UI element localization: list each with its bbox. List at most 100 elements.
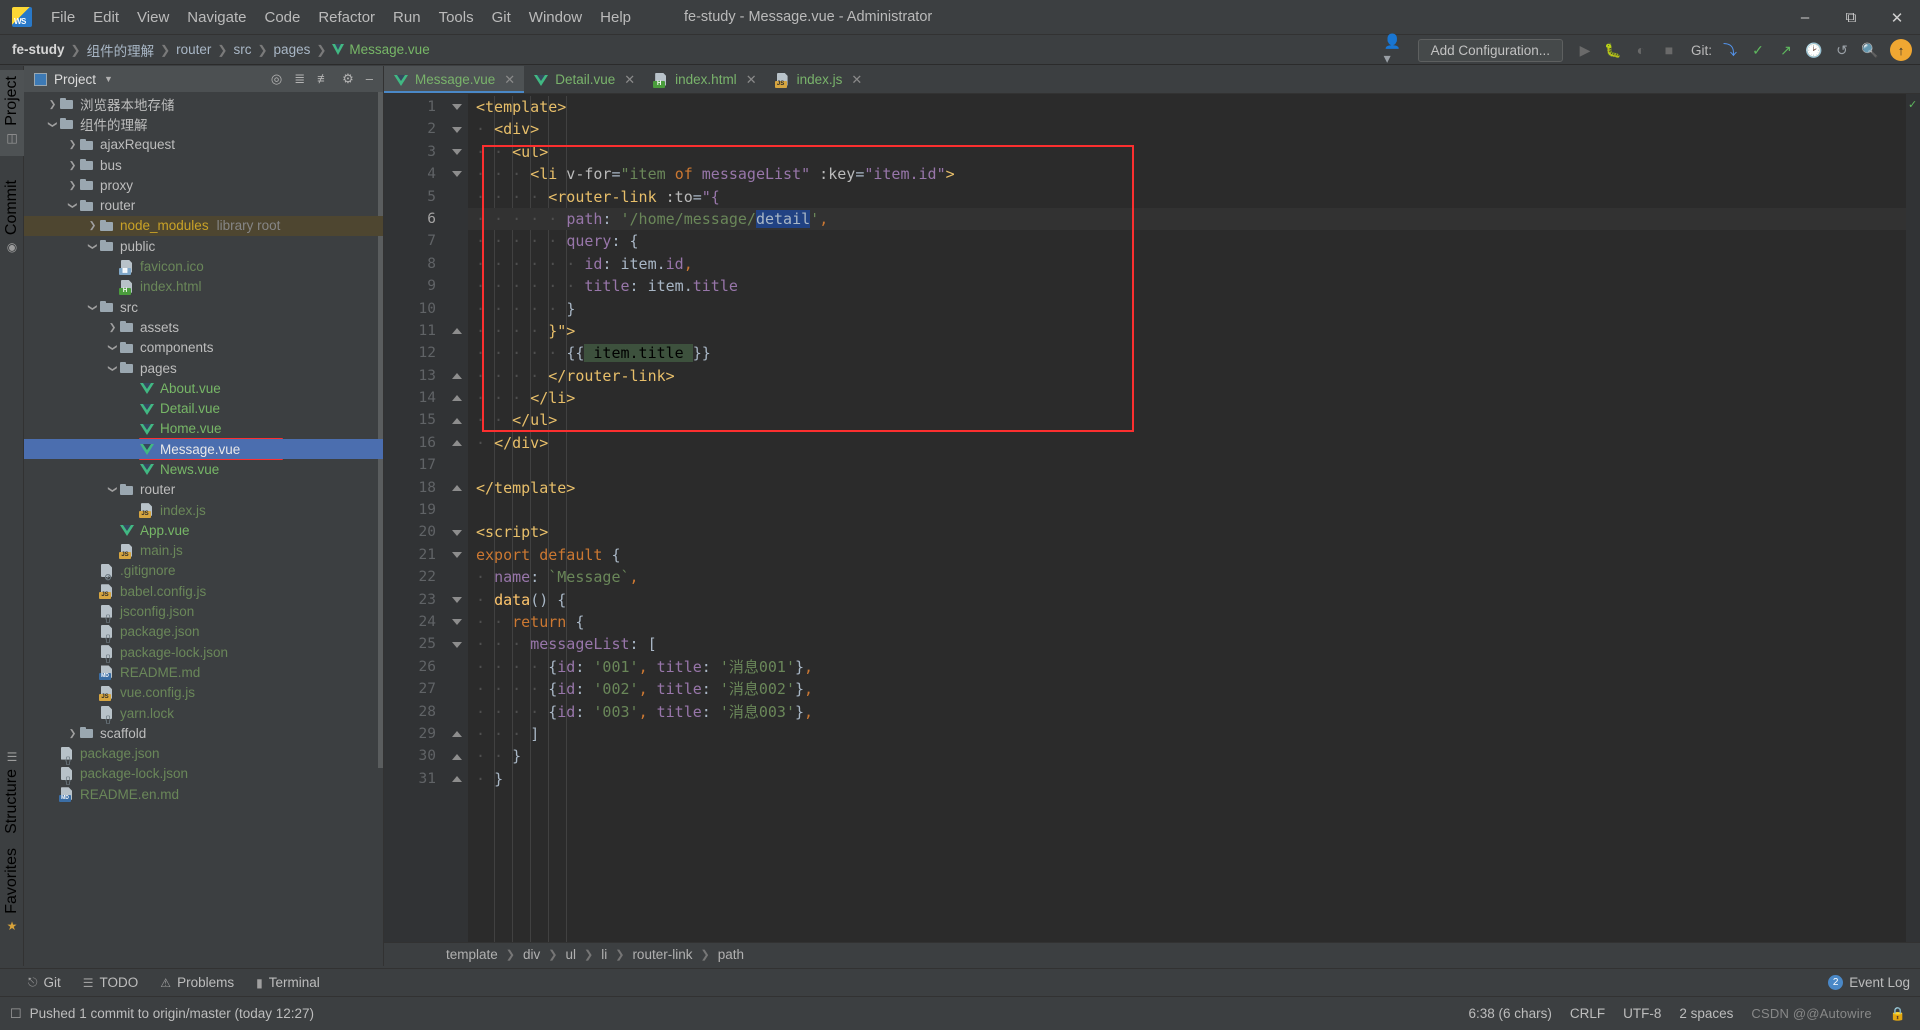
project-tree[interactable]: ❯ 浏览器本地存储 ❯ 组件的理解 ❯ ajaxRequest ❯ bus ❯ proxy ❯ rou… [24, 92, 383, 966]
fold-expand-icon[interactable] [452, 775, 462, 782]
code-line[interactable]: · · · · · · title: item.title [468, 275, 1906, 297]
fold-marker[interactable] [446, 409, 468, 431]
tool-button-terminal[interactable]: ▮ Terminal [256, 975, 320, 990]
fold-expand-icon[interactable] [452, 417, 462, 424]
tree-item-pages[interactable]: ❯ pages [24, 358, 383, 378]
fold-marker[interactable] [446, 96, 468, 118]
fold-marker[interactable] [446, 320, 468, 342]
breadcrumb-item-2[interactable]: router [176, 42, 211, 57]
code-line[interactable] [468, 499, 1906, 521]
tree-item-package-lock.json[interactable]: {} package-lock.json [24, 642, 383, 663]
fold-collapse-icon[interactable] [452, 104, 462, 111]
fold-collapse-icon[interactable] [452, 619, 462, 626]
history-icon[interactable]: 🕑 [1802, 38, 1826, 62]
fold-collapse-icon[interactable] [452, 126, 462, 133]
tree-item-README.md[interactable]: MD README.md [24, 662, 383, 682]
search-everywhere-icon[interactable]: 🔍 [1858, 38, 1882, 62]
sidebar-item-structure[interactable]: ☰ Structure [0, 745, 24, 834]
tree-item-[interactable]: ❯ 组件的理解 [24, 114, 383, 134]
fold-expand-icon[interactable] [452, 731, 462, 738]
fold-expand-icon[interactable] [452, 395, 462, 402]
code-line[interactable]: · </div> [468, 432, 1906, 454]
fold-marker[interactable] [446, 141, 468, 163]
chevron-right-icon[interactable]: ❯ [86, 220, 99, 231]
code-line[interactable]: · · · · {id: '002', title: '消息002'}, [468, 678, 1906, 700]
code-line[interactable]: · data() { [468, 589, 1906, 611]
menu-navigate[interactable]: Navigate [178, 5, 255, 30]
editor-tab-index-js[interactable]: JS index.js ✕ [766, 66, 872, 93]
chevron-right-icon[interactable]: ❯ [46, 99, 59, 110]
code-line[interactable]: · · · · <router-link :to="{ [468, 186, 1906, 208]
close-icon[interactable]: ✕ [504, 72, 515, 88]
code-line[interactable]: · · · <li v-for="item of messageList" :k… [468, 163, 1906, 185]
fold-collapse-icon[interactable] [452, 552, 462, 558]
tree-item-Message.vue[interactable]: Message.vue [24, 439, 383, 460]
code-text[interactable]: <template> · <div> · · <ul> · · · <li v-for… [468, 94, 1906, 942]
commit-icon[interactable]: ✓ [1746, 38, 1770, 62]
code-line[interactable]: <script> [468, 521, 1906, 543]
breadcrumb-item-4[interactable]: pages [274, 42, 311, 57]
sidebar-item-project[interactable]: Project ◫ [0, 70, 24, 156]
code-line[interactable]: · · · </li> [468, 387, 1906, 409]
breadcrumb-item-1[interactable]: 组件的理解 [87, 40, 155, 60]
chevron-right-icon[interactable]: ❯ [106, 322, 119, 333]
code-folding-gutter[interactable] [446, 94, 468, 942]
fold-marker[interactable] [446, 365, 468, 387]
chevron-right-icon[interactable]: ❯ [66, 160, 79, 171]
breadcrumb-item-5[interactable]: Message.vue [332, 42, 430, 57]
fold-marker[interactable] [446, 432, 468, 454]
editor-breadcrumb-item-li[interactable]: li [599, 947, 609, 962]
tree-item-yarn.lock[interactable]: {} yarn.lock [24, 703, 383, 724]
settings-icon[interactable]: ⚙ [342, 71, 354, 87]
fold-expand-icon[interactable] [452, 372, 462, 379]
fold-expand-icon[interactable] [452, 484, 462, 491]
tree-item-scaffold[interactable]: ❯ scaffold [24, 723, 383, 743]
code-line[interactable]: · name: `Message`, [468, 566, 1906, 588]
editor-tab-index-html[interactable]: Hindex.html ✕ [644, 66, 765, 93]
tree-item-node_modules[interactable]: ❯ node_modules library root [24, 215, 383, 237]
tree-item-[interactable]: ❯ 浏览器本地存储 [24, 94, 383, 114]
fold-expand-icon[interactable] [452, 328, 462, 335]
caret-position[interactable]: 6:38 (6 chars) [1469, 1006, 1552, 1021]
menu-git[interactable]: Git [483, 5, 520, 30]
tree-item-package-lock.json[interactable]: {} package-lock.json [24, 764, 383, 784]
run-icon[interactable]: ▶ [1573, 38, 1597, 62]
add-configuration-button[interactable]: Add Configuration... [1417, 38, 1563, 62]
debug-icon[interactable]: 🐛 [1601, 38, 1625, 62]
event-log-area[interactable]: 2 Event Log [1828, 975, 1920, 990]
code-line[interactable] [468, 454, 1906, 476]
code-line[interactable]: · · return { [468, 611, 1906, 633]
code-line[interactable]: · · · · · · id: item.id, [468, 253, 1906, 275]
tree-item-bus[interactable]: ❯ bus [24, 155, 383, 175]
editor-tab-Message-vue[interactable]: Message.vue ✕ [384, 66, 525, 93]
editor-breadcrumb-item-template[interactable]: template [444, 947, 500, 962]
tree-item-main.js[interactable]: JS main.js [24, 541, 383, 561]
tree-item-router[interactable]: ❯ router [24, 480, 383, 500]
tree-item-components[interactable]: ❯ components [24, 338, 383, 358]
code-line[interactable]: · · · · {id: '003', title: '消息003'}, [468, 701, 1906, 723]
code-line[interactable]: · · · · </router-link> [468, 365, 1906, 387]
tree-item-index.js[interactable]: JS index.js [24, 500, 383, 520]
expand-all-icon[interactable]: ≣ [294, 71, 305, 87]
chevron-down-icon[interactable]: ❯ [47, 118, 58, 131]
chevron-down-icon[interactable]: ❯ [67, 199, 78, 212]
fold-marker[interactable] [446, 118, 468, 140]
fold-marker[interactable] [446, 589, 468, 611]
hide-icon[interactable]: – [366, 71, 373, 87]
tree-item-.gitignore[interactable]: ⊘ .gitignore [24, 561, 383, 581]
tool-button-problems[interactable]: ⚠ Problems [160, 975, 234, 990]
error-stripe-gutter[interactable]: ✓ [1906, 94, 1920, 942]
tree-item-jsconfig.json[interactable]: {} jsconfig.json [24, 601, 383, 622]
editor-breadcrumb-item-router-link[interactable]: router-link [630, 947, 694, 962]
code-line[interactable]: · · · · · } [468, 298, 1906, 320]
close-icon[interactable]: ✕ [851, 72, 862, 88]
menu-refactor[interactable]: Refactor [309, 5, 384, 30]
tree-item-router[interactable]: ❯ router [24, 195, 383, 215]
code-line[interactable]: · · · ] [468, 723, 1906, 745]
coverage-icon[interactable]: ◐ [1629, 38, 1653, 62]
lock-icon[interactable]: 🔒 [1890, 1006, 1906, 1022]
line-separator[interactable]: CRLF [1570, 1006, 1605, 1021]
indent-setting[interactable]: 2 spaces [1679, 1006, 1733, 1021]
close-icon[interactable]: ✕ [1874, 0, 1920, 35]
fold-marker[interactable] [446, 633, 468, 655]
